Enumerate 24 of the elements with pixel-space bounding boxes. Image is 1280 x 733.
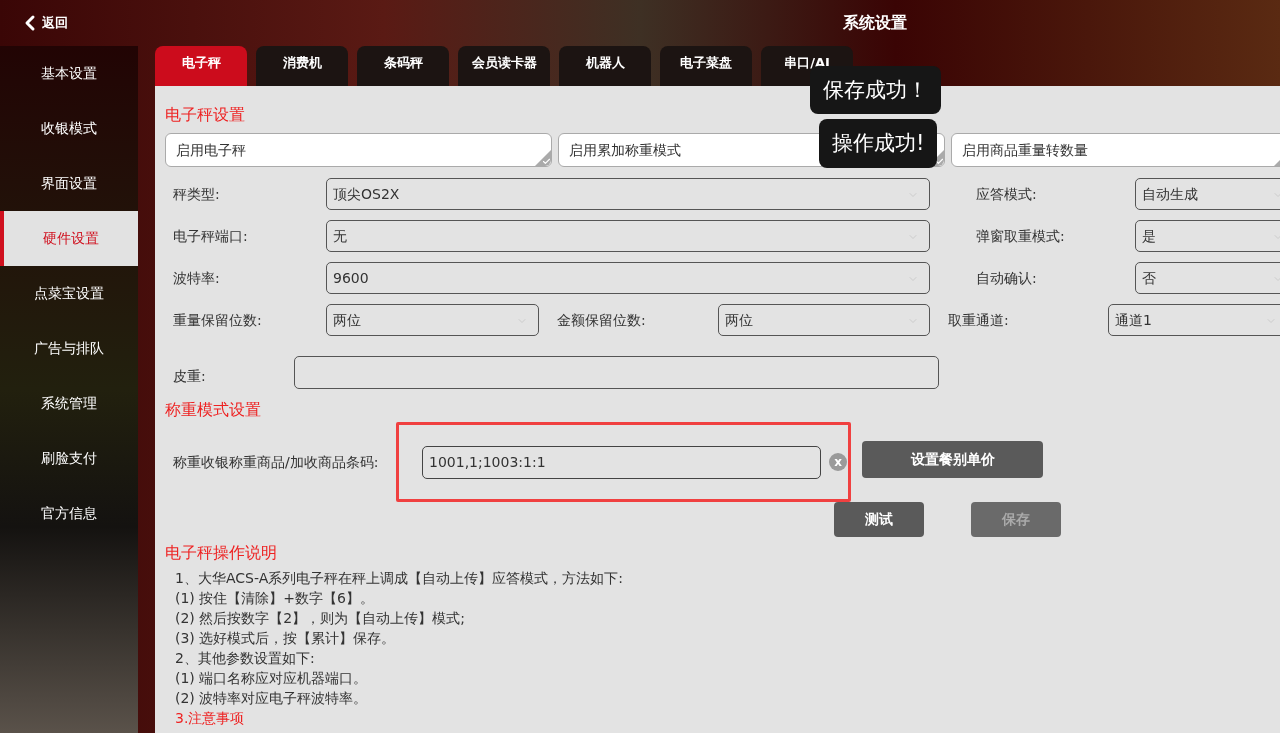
instruction-line: 2、其他参数设置如下: [175, 649, 316, 668]
instruction-line: 3.注意事项 [175, 709, 246, 728]
instruction-line: 1、大华ACS-A系列电子秤在秤上调成【自动上传】应答模式，方法如下: [175, 569, 624, 588]
instruction-line: (1) 端口名称应对应机器端口。 [175, 669, 369, 688]
field-label: 金额保留位数: [556, 310, 647, 330]
field-label: 电子秤端口: [172, 226, 249, 246]
field-label: 应答模式: [975, 184, 1038, 204]
instruction-line: (3) 选好模式后，按【累计】保存。 [175, 629, 397, 648]
field-label: 自动确认: [975, 268, 1038, 288]
field-label: 弹窗取重模式: [975, 226, 1066, 246]
instruction-line: (2) 波特率对应电子秤波特率。 [175, 689, 369, 708]
field-label: 波特率: [172, 268, 221, 288]
page-title: 系统设置 [843, 12, 907, 34]
instruction-line: (2) 然后按数字【2】，则为【自动上传】模式; [175, 609, 466, 628]
field-label: 秤类型: [172, 184, 221, 204]
message-toast: 操作成功! [819, 119, 938, 168]
section-title: 电子秤设置 [165, 104, 246, 126]
field-label: 重量保留位数: [172, 310, 263, 330]
field-label: 取重通道: [947, 310, 1010, 330]
section-title: 称重模式设置 [165, 399, 262, 421]
field-label: 皮重: [172, 367, 207, 386]
section-title: 电子秤操作说明 [165, 542, 278, 564]
field-label: 称重收银称重商品/加收商品条码: [172, 453, 380, 472]
instruction-line: (1) 按住【清除】+数字【6】。 [175, 589, 375, 608]
